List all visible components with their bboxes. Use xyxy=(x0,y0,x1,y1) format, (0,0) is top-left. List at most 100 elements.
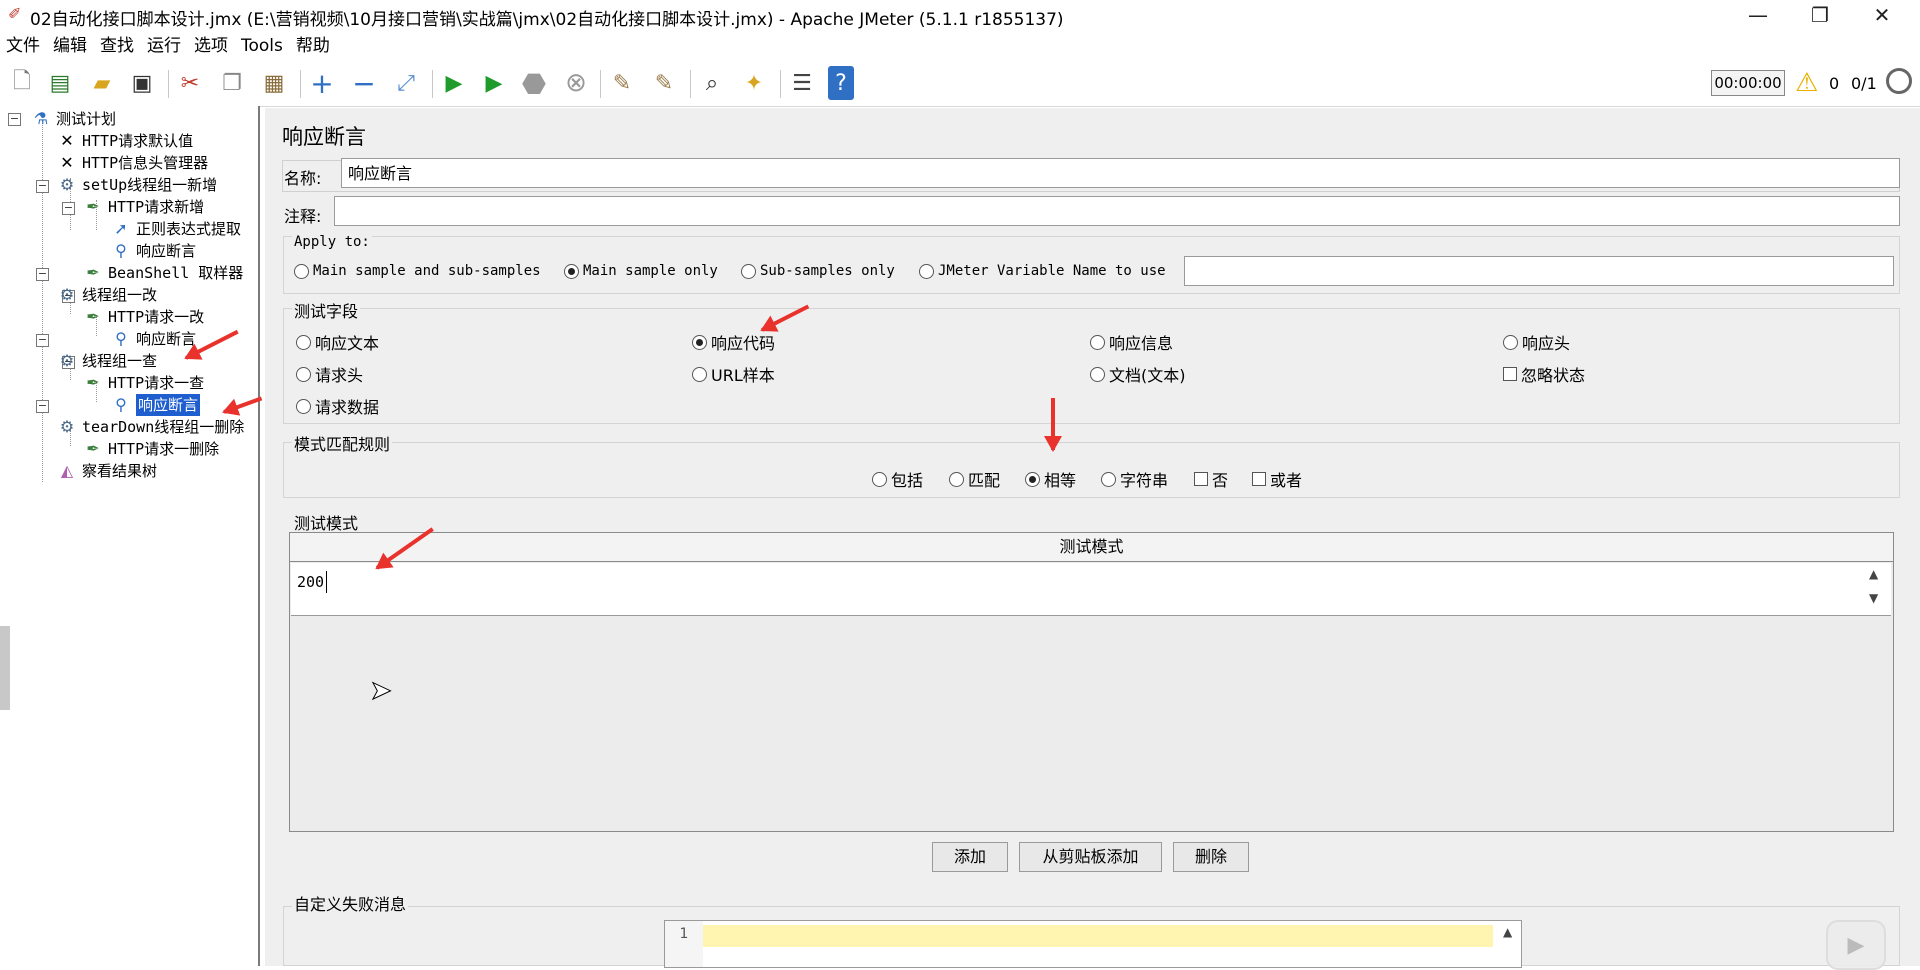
tree-item-http-request-update[interactable]: ✒ HTTP请求一改 xyxy=(82,306,204,328)
tree-item-teardown-thread-group[interactable]: ⚙ tearDown线程组一删除 xyxy=(56,416,244,438)
patterns-column-header[interactable]: 测试模式 xyxy=(290,533,1893,562)
tree-item-assertion[interactable]: ⚲ 响应断言 xyxy=(110,240,196,262)
field-request-headers-radio[interactable]: 请求头 xyxy=(296,362,363,386)
menu-search[interactable]: 查找 xyxy=(94,32,141,60)
start-no-pause-icon[interactable]: ▶ xyxy=(478,66,510,100)
failure-message-editor[interactable]: 1 ▲ xyxy=(664,920,1522,968)
add-button[interactable]: 添加 xyxy=(932,842,1008,872)
field-response-message-radio[interactable]: 响应信息 xyxy=(1090,330,1173,354)
table-row[interactable]: 200 ▲ ▼ xyxy=(291,563,1891,616)
menu-help[interactable]: 帮助 xyxy=(290,32,337,60)
add-from-clipboard-button[interactable]: 从剪贴板添加 xyxy=(1019,842,1162,872)
help-icon[interactable]: ? xyxy=(828,66,854,100)
collapse-toggle[interactable]: − xyxy=(36,268,49,281)
match-rules-label: 模式匹配规则 xyxy=(292,431,393,455)
clear-icon[interactable]: ✎ xyxy=(606,66,638,100)
collapse-toggle[interactable]: − xyxy=(36,334,49,347)
rule-not-checkbox[interactable]: 否 xyxy=(1194,467,1228,491)
tree-item-view-results-tree[interactable]: ◭ 察看结果树 xyxy=(56,460,157,482)
tree-item-assertion-selected[interactable]: ⚲ 响应断言 xyxy=(110,394,201,416)
copy-icon[interactable]: ❐ xyxy=(216,66,248,100)
field-document-radio[interactable]: 文档(文本) xyxy=(1090,362,1186,386)
tree-item-thread-group-query[interactable]: ⚙ 线程组一查 xyxy=(56,350,157,372)
collapse-toggle[interactable]: − xyxy=(36,400,49,413)
ignore-status-checkbox[interactable]: 忽略状态 xyxy=(1503,362,1585,386)
variable-name-input[interactable] xyxy=(1184,256,1894,286)
tree-item-test-plan[interactable]: ⚗ 测试计划 xyxy=(30,108,116,130)
field-response-text-radio[interactable]: 响应文本 xyxy=(296,330,379,354)
close-button[interactable]: ✕ xyxy=(1852,0,1912,30)
cut-icon[interactable]: ✂ xyxy=(174,66,206,100)
rule-substring-radio[interactable]: 字符串 xyxy=(1101,467,1168,491)
open-folder-icon[interactable]: ▰ xyxy=(86,66,118,100)
function-helper-icon[interactable]: ☰ xyxy=(786,66,818,100)
pipette-icon: ✒ xyxy=(86,373,100,392)
tree-item-http-defaults[interactable]: ✕ HTTP请求默认值 xyxy=(56,130,193,152)
custom-failure-label: 自定义失败消息 xyxy=(292,891,409,915)
apply-main-only-radio[interactable]: Main sample only xyxy=(564,263,718,279)
rule-contains-radio[interactable]: 包括 xyxy=(872,467,923,491)
apply-main-and-sub-radio[interactable]: Main sample and sub-samples xyxy=(294,263,541,279)
menu-edit[interactable]: 编辑 xyxy=(47,32,94,60)
toggle-icon[interactable]: ⤢ xyxy=(390,66,422,100)
tree-item-thread-group-update[interactable]: ⚙ 线程组一改 xyxy=(56,284,157,306)
menu-run[interactable]: 运行 xyxy=(141,32,188,60)
scroll-down-icon[interactable]: ▼ xyxy=(1869,591,1878,605)
rule-or-checkbox[interactable]: 或者 xyxy=(1252,467,1302,491)
apply-to-label: Apply to: xyxy=(292,234,372,250)
wrench-icon: ✕ xyxy=(60,131,74,150)
play-icon[interactable]: ▶ xyxy=(1826,920,1886,970)
tree-item-beanshell-sampler[interactable]: ✒ BeanShell 取样器 xyxy=(82,262,243,284)
pattern-cell[interactable]: 200 xyxy=(297,573,324,591)
apply-variable-radio[interactable]: JMeter Variable Name to use xyxy=(919,263,1166,279)
tree-item-header-manager[interactable]: ✕ HTTP信息头管理器 xyxy=(56,152,208,174)
scroll-up-icon[interactable]: ▲ xyxy=(1869,567,1878,581)
menu-options[interactable]: 选项 xyxy=(188,32,235,60)
start-icon[interactable]: ▶ xyxy=(438,66,470,100)
text-cursor xyxy=(326,571,327,593)
magnifier-icon: ⚲ xyxy=(115,395,127,414)
clear-all-icon[interactable]: ✎ xyxy=(648,66,680,100)
delete-button[interactable]: 删除 xyxy=(1173,842,1249,872)
collapse-toggle[interactable]: − xyxy=(62,202,75,215)
expand-all-icon[interactable]: + xyxy=(306,66,338,100)
mouse-cursor-icon: ➤ xyxy=(370,676,393,707)
reset-search-icon[interactable]: ✦ xyxy=(738,66,770,100)
new-file-icon[interactable]: 🗋 xyxy=(6,66,38,100)
match-rules-group xyxy=(283,442,1900,498)
stop-icon[interactable]: ⬣ xyxy=(518,66,550,100)
minimize-button[interactable]: — xyxy=(1728,0,1788,30)
field-response-headers-radio[interactable]: 响应头 xyxy=(1503,330,1570,354)
tree-item-http-request-delete[interactable]: ✒ HTTP请求一删除 xyxy=(82,438,219,460)
templates-icon[interactable]: ▤ xyxy=(44,66,76,100)
save-icon[interactable]: ▣ xyxy=(126,66,158,100)
menu-tools[interactable]: Tools xyxy=(235,32,290,60)
search-binoculars-icon[interactable]: ⌕ xyxy=(696,66,728,100)
collapse-all-icon[interactable]: − xyxy=(348,66,380,100)
tree-item-setup-thread-group[interactable]: ⚙ setUp线程组一新增 xyxy=(56,174,217,196)
shutdown-icon[interactable]: ⊗ xyxy=(560,66,592,100)
rule-matches-radio[interactable]: 匹配 xyxy=(949,467,1000,491)
collapse-toggle[interactable]: − xyxy=(8,113,21,126)
pipette-icon: ✒ xyxy=(86,439,100,458)
splitter-handle[interactable] xyxy=(0,626,10,710)
field-request-data-radio[interactable]: 请求数据 xyxy=(296,394,379,418)
comment-input[interactable] xyxy=(334,196,1900,226)
maximize-button[interactable]: ❐ xyxy=(1790,0,1850,30)
test-plan-tree: − − − − − − − − ⚗ 测试计划 ✕ HTTP请求默认值 ✕ HTT… xyxy=(0,106,260,966)
tree-item-http-request-add[interactable]: ✒ HTTP请求新增 xyxy=(82,196,204,218)
menu-file[interactable]: 文件 xyxy=(0,32,47,60)
apply-sub-only-radio[interactable]: Sub-samples only xyxy=(741,263,895,279)
remote-status-icon xyxy=(1886,68,1912,94)
field-url-sample-radio[interactable]: URL样本 xyxy=(692,362,775,386)
tree-item-assertion[interactable]: ⚲ 响应断言 xyxy=(110,328,196,350)
tree-item-regex-extractor[interactable]: ➚ 正则表达式提取 xyxy=(110,218,241,240)
scroll-up-icon[interactable]: ▲ xyxy=(1503,925,1512,939)
warning-icon[interactable]: ⚠ xyxy=(1795,68,1818,98)
paste-icon[interactable]: ▦ xyxy=(258,66,290,100)
patterns-table: 测试模式 200 ▲ ▼ xyxy=(289,532,1894,832)
collapse-toggle[interactable]: − xyxy=(36,180,49,193)
rule-equals-radio[interactable]: 相等 xyxy=(1025,467,1076,491)
tree-item-http-request-query[interactable]: ✒ HTTP请求一查 xyxy=(82,372,204,394)
name-input[interactable]: 响应断言 xyxy=(341,158,1900,188)
